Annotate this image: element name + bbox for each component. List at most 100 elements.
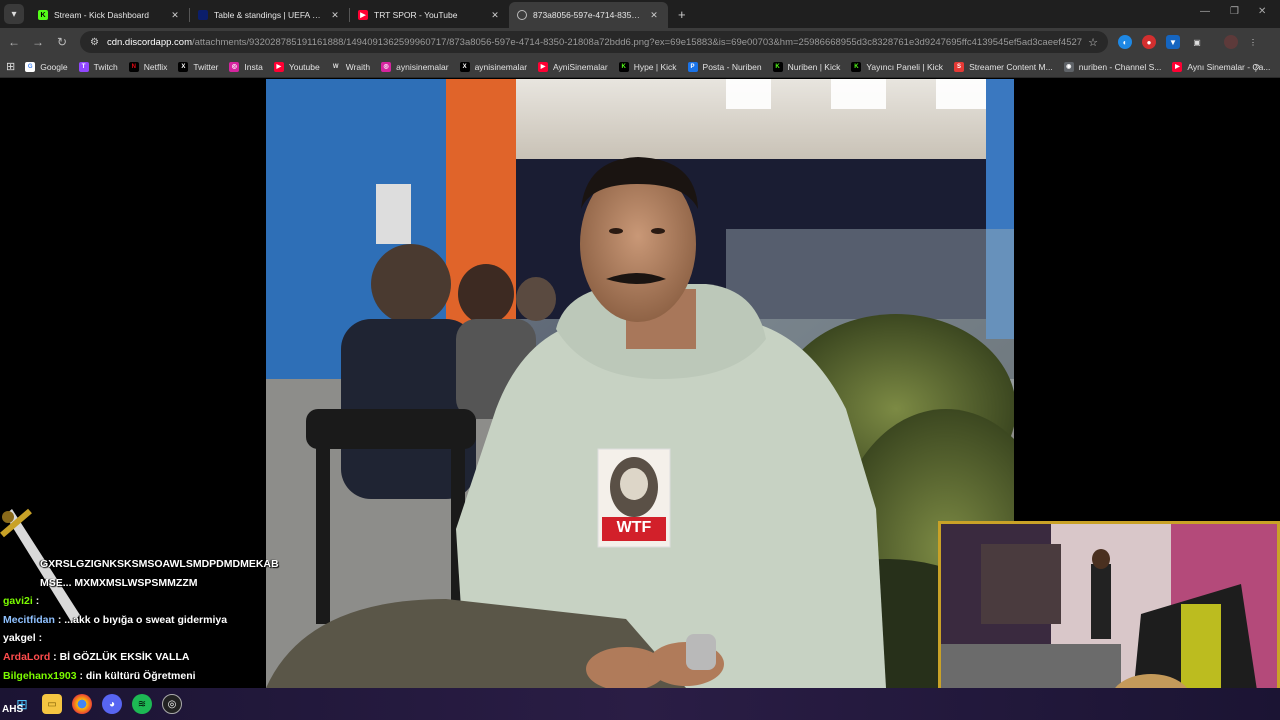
bookmark-item[interactable]: K Nuriben | Kick (772, 61, 841, 72)
youtube-icon: ▶ (273, 61, 284, 72)
tab-trt-spor[interactable]: ▶ TRT SPOR - YouTube ✕ (350, 2, 509, 28)
address-bar[interactable]: ⚙ cdn.discordapp.com /attachments/932028… (80, 31, 1108, 53)
shield-icon[interactable]: ▼ (1166, 35, 1180, 49)
bookmark-item[interactable]: S Streamer Content M... (954, 61, 1053, 72)
chat-message: yakgel : (0, 629, 280, 648)
taskbar: ⊞ ▭ ◕ ≋ ◎ AHS (0, 688, 1280, 720)
globe-icon (517, 10, 527, 20)
google-icon: G (25, 61, 36, 72)
bookmark-item[interactable]: T Twitch (78, 61, 118, 72)
twitch-icon: T (78, 61, 89, 72)
chat-text: : Bİ GÖZLÜK EKSİK VALLA (53, 650, 190, 663)
streamer-icon: S (954, 61, 965, 72)
tab-title: TRT SPOR - YouTube (374, 10, 458, 20)
kick-icon: K (38, 10, 48, 20)
bookmark-label: aynisinemalar (474, 61, 528, 72)
bookmark-item[interactable]: ◎ aynisinemalar (381, 61, 449, 72)
file-explorer-icon[interactable]: ▭ (42, 694, 62, 714)
bookmark-item[interactable]: Xaynisinemalar (459, 61, 528, 72)
bookmark-star-icon[interactable]: ☆ (1088, 36, 1098, 49)
url-path: /attachments/932028785191161888/14940913… (192, 36, 1083, 48)
discord-icon[interactable]: ◕ (102, 694, 122, 714)
bookmark-item[interactable]: N Netflix (128, 61, 168, 72)
bookmark-label: Twitter (193, 61, 219, 72)
new-tab-button[interactable]: + (678, 7, 686, 22)
wraith-icon: W (330, 61, 341, 72)
chat-message: Bilgehanx1903 : din kültürü Öğretmeni (0, 667, 280, 686)
screen: ▾ K Stream - Kick Dashboard ✕ Table & st… (0, 0, 1280, 720)
extension-icon[interactable]: ◐ (1118, 35, 1132, 49)
bookmark-label: Wraith (345, 61, 371, 72)
posta-icon: P (687, 61, 698, 72)
kick-icon: K (618, 61, 629, 72)
bookmark-item[interactable]: ▶ Youtube (273, 61, 320, 72)
forward-icon[interactable]: → (26, 30, 50, 54)
tab-search-button[interactable]: ▾ (4, 4, 24, 24)
netflix-icon: N (128, 61, 139, 72)
bookmark-item[interactable]: X Twitter (178, 61, 219, 72)
chat-message: gavi2i : (0, 592, 280, 611)
tab-kick-dashboard[interactable]: K Stream - Kick Dashboard ✕ (30, 2, 189, 28)
apps-grid-icon[interactable]: ⊞ (6, 60, 15, 73)
bookmark-label: Posta - Nuriben (702, 61, 762, 72)
bookmark-item[interactable]: ◉ nuriben - Channel S... (1063, 61, 1162, 72)
bookmark-label: Netflix (143, 61, 168, 72)
bookmark-label: Youtube (288, 61, 320, 72)
tab-uefa-standings[interactable]: Table & standings | UEFA Cham ✕ (190, 2, 349, 28)
chat-username[interactable]: Mecitfidan (3, 614, 55, 626)
close-icon[interactable]: ✕ (648, 10, 660, 21)
tab-discord-image[interactable]: 873a8056-597e-4714-8350-218 ✕ (509, 2, 668, 28)
menu-kebab-icon[interactable]: ⋮ (1246, 35, 1260, 49)
obs-icon[interactable]: ◎ (162, 694, 182, 714)
photo-svg (266, 79, 1014, 688)
chat-message: ArdaLord : Bİ GÖZLÜK EKSİK VALLA (0, 648, 280, 667)
chat-username[interactable]: Bilgehanx1903 (3, 670, 77, 682)
extension-icon[interactable]: ● (1142, 35, 1156, 49)
reload-icon[interactable]: ↻ (50, 30, 74, 54)
chat-text: : din kültürü Öğretmeni (79, 669, 196, 682)
youtube-icon: ▶ (1172, 61, 1183, 72)
stream-chat-overlay: GXRSLGZIGNKSKSMSOAWLSMDPDMDMEKAB MSE... M… (0, 555, 280, 704)
close-icon[interactable]: ✕ (329, 10, 341, 21)
chrome-icon[interactable] (72, 694, 92, 714)
bookmark-item[interactable]: ◎ Insta (229, 61, 263, 72)
chat-message: MSE... MXMXMSLWSPSMMZZM (0, 574, 280, 593)
chat-text: GXRSLGZIGNKSKSMSOAWLSMDPDMDMEKAB (40, 558, 279, 570)
chat-text: : (38, 632, 43, 645)
browser-toolbar: ← → ↻ ⚙ cdn.discordapp.com /attachments/… (0, 28, 1280, 56)
extensions-puzzle-icon[interactable]: ▣ (1190, 35, 1204, 49)
bookmark-label: Nuriben | Kick (787, 61, 841, 72)
minimize-icon[interactable]: — (1200, 6, 1210, 17)
shirt-print-text: WTF (616, 519, 652, 536)
taskbar-label: AHS (2, 704, 24, 715)
close-icon[interactable]: ✕ (489, 10, 501, 21)
restore-icon[interactable]: ❐ (1230, 6, 1239, 17)
close-icon[interactable]: ✕ (169, 10, 181, 21)
bookmark-item[interactable]: K Yayıncı Paneli | Kick (851, 61, 944, 72)
close-window-icon[interactable]: ✕ (1258, 6, 1266, 17)
site-info-icon[interactable]: ⚙ (90, 37, 99, 48)
chat-text: : (35, 595, 40, 608)
bookmarks-overflow-button[interactable]: » (1254, 61, 1260, 72)
bookmark-item[interactable]: G Google (25, 61, 68, 72)
spotify-icon[interactable]: ≋ (132, 694, 152, 714)
bookmark-item[interactable]: P Posta - Nuriben (687, 61, 762, 72)
bookmark-item[interactable]: W Wraith (330, 61, 371, 72)
bookmark-label: nuriben - Channel S... (1078, 61, 1162, 72)
bookmark-label: Streamer Content M... (969, 61, 1053, 72)
bookmark-label: AyniSinemalar (553, 61, 608, 72)
bookmarks-bar: ⊞ G Google T Twitch N Netflix X Twitter ◎ Insta ▶ Y… (0, 56, 1280, 78)
bookmark-label: Yayıncı Paneli | Kick (866, 61, 944, 72)
bookmark-label: Google (40, 61, 68, 72)
back-icon[interactable]: ← (2, 30, 26, 54)
kick-icon: K (851, 61, 862, 72)
displayed-image: WTF (266, 79, 1014, 688)
chat-username[interactable]: gavi2i (3, 595, 33, 607)
bookmark-item[interactable]: K Hype | Kick (618, 61, 677, 72)
instagram-icon: ◎ (381, 61, 392, 72)
profile-avatar-icon[interactable] (1224, 35, 1238, 49)
chat-username[interactable]: ArdaLord (3, 651, 50, 663)
bookmark-item[interactable]: ▶ AyniSinemalar (538, 61, 608, 72)
chat-username[interactable]: yakgel (3, 632, 36, 644)
tab-title: Stream - Kick Dashboard (54, 10, 149, 20)
